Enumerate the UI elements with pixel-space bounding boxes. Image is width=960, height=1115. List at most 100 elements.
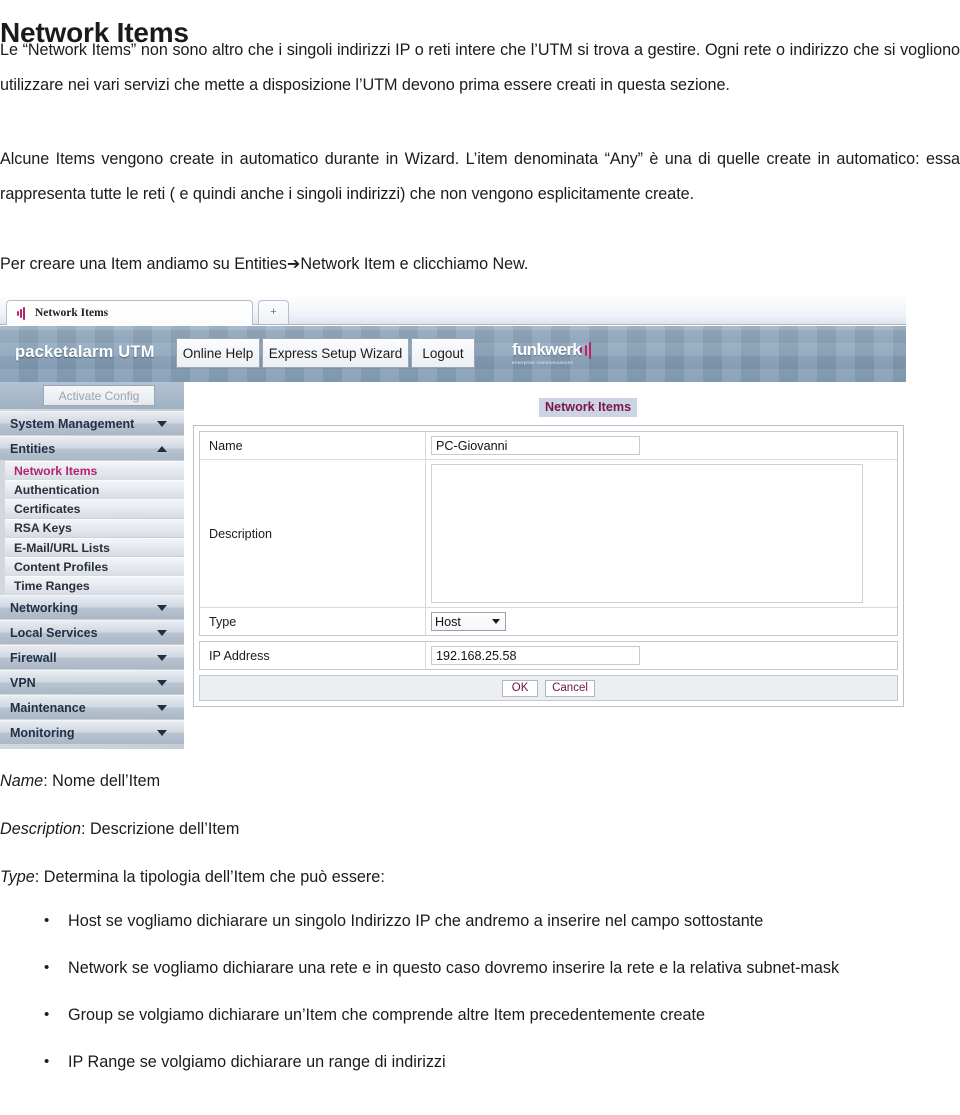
chevron-down-icon xyxy=(157,705,167,712)
sidebar-item-networking[interactable]: Networking xyxy=(0,595,184,620)
sidebar-item-monitoring[interactable]: Monitoring xyxy=(0,720,184,745)
form-row-type: Type Host xyxy=(200,608,897,635)
sidebar-item-label: RSA Keys xyxy=(14,521,72,536)
description-label: Description xyxy=(200,460,426,607)
type-field-cell: Host xyxy=(426,608,897,635)
definition-term: Name xyxy=(0,772,44,790)
browser-tab-network-items[interactable]: Network Items xyxy=(6,300,253,325)
online-help-button[interactable]: Online Help xyxy=(176,338,260,368)
definition-name: Name: Nome dell’Item xyxy=(0,770,960,792)
paragraph-navigation: Per creare una Item andiamo su Entities➔… xyxy=(0,255,529,273)
sidebar-item-label: Certificates xyxy=(14,502,81,517)
definition-text: : Nome dell’Item xyxy=(43,772,161,790)
description-field-cell xyxy=(426,460,897,607)
sidebar-item-label: Entities xyxy=(10,441,56,456)
wifi-signal-icon xyxy=(16,307,28,320)
express-setup-wizard-button[interactable]: Express Setup Wizard xyxy=(262,338,409,368)
cancel-button[interactable]: Cancel xyxy=(545,679,595,697)
type-label: Type xyxy=(200,608,426,635)
paragraph-intro: Le “Network Items” non sono altro che i … xyxy=(0,41,960,94)
definition-term: Description xyxy=(0,820,81,838)
embedded-screenshot: Network Items + packetalarm UTM Online H… xyxy=(0,297,906,749)
form-button-bar: OK Cancel xyxy=(199,675,898,701)
new-tab-button[interactable]: + xyxy=(258,300,289,324)
sidebar-item-system-management[interactable]: System Management xyxy=(0,411,184,435)
sidebar: Activate Config System Management Entiti… xyxy=(0,382,184,749)
sidebar-item-content-profiles[interactable]: Content Profiles xyxy=(5,556,184,576)
definition-type: Type: Determina la tipologia dell’Item c… xyxy=(0,866,960,888)
sidebar-item-label: Maintenance xyxy=(10,700,86,715)
funkwerk-logo-tagline: enterprise communications xyxy=(512,360,574,365)
funkwerk-waves-icon xyxy=(580,342,598,359)
sidebar-item-vpn[interactable]: VPN xyxy=(0,670,184,695)
ip-address-field-cell: 192.168.25.58 xyxy=(426,642,897,669)
chevron-down-icon xyxy=(157,605,167,612)
chevron-down-icon xyxy=(157,421,167,427)
description-textarea[interactable] xyxy=(431,464,863,603)
sidebar-item-entities[interactable]: Entities xyxy=(0,436,184,460)
definition-text: : Descrizione dell’Item xyxy=(80,820,240,838)
sidebar-item-maintenance[interactable]: Maintenance xyxy=(0,695,184,720)
sidebar-item-email-url-lists[interactable]: E-Mail/URL Lists xyxy=(5,537,184,557)
list-item: IP Range se volgiamo dichiarare un range… xyxy=(0,1045,960,1079)
utm-header-banner: packetalarm UTM Online Help Express Setu… xyxy=(0,326,906,382)
name-field-cell: PC-Giovanni xyxy=(426,432,897,459)
activate-config-button[interactable]: Activate Config xyxy=(43,385,155,406)
form-fieldset-main: Name PC-Giovanni Description Type Host xyxy=(199,431,898,636)
name-input[interactable]: PC-Giovanni xyxy=(431,436,640,455)
sidebar-item-label: Authentication xyxy=(14,482,100,497)
sidebar-item-network-items[interactable]: Network Items xyxy=(5,461,184,480)
list-item: Host se vogliamo dichiarare un singolo I… xyxy=(0,904,960,938)
chevron-down-icon xyxy=(157,730,167,737)
sidebar-item-firewall[interactable]: Firewall xyxy=(0,645,184,670)
form-row-ip-address: IP Address 192.168.25.58 xyxy=(200,642,897,669)
list-item: Network se vogliamo dichiarare una rete … xyxy=(0,951,960,985)
sidebar-item-label: Network Items xyxy=(14,463,98,478)
sidebar-item-label: Time Ranges xyxy=(14,578,90,593)
logout-button[interactable]: Logout xyxy=(411,338,475,368)
funkwerk-logo: funkwerk enterprise communications xyxy=(512,341,605,365)
chevron-down-icon xyxy=(157,655,167,662)
form-row-name: Name PC-Giovanni xyxy=(200,432,897,460)
sidebar-item-local-services[interactable]: Local Services xyxy=(0,620,184,645)
definition-text: : Determina la tipologia dell’Item che p… xyxy=(34,868,385,886)
type-select-value: Host xyxy=(435,614,461,629)
sidebar-item-time-ranges[interactable]: Time Ranges xyxy=(5,576,184,595)
paragraph-any-item: Alcune Items vengono create in automatic… xyxy=(0,150,960,203)
name-label: Name xyxy=(200,432,426,459)
content-area: Network Items Name PC-Giovanni Descripti… xyxy=(184,382,906,749)
form-row-description: Description xyxy=(200,460,897,608)
ip-address-label: IP Address xyxy=(200,642,426,669)
chevron-down-icon xyxy=(157,680,167,687)
form-fieldset-ip: IP Address 192.168.25.58 xyxy=(199,641,898,670)
sidebar-item-label: Networking xyxy=(10,600,79,615)
network-item-form: Name PC-Giovanni Description Type Host I… xyxy=(193,425,904,707)
list-item: Group se volgiamo dichiarare un’Item che… xyxy=(0,998,960,1032)
sidebar-nav: System Management Entities Network Items… xyxy=(0,411,184,745)
ip-address-input[interactable]: 192.168.25.58 xyxy=(431,646,640,665)
sidebar-item-label: Content Profiles xyxy=(14,559,109,574)
document-page: Network Items Le “Network Items” non son… xyxy=(0,0,960,1115)
chevron-down-icon xyxy=(492,619,500,624)
sidebar-item-label: E-Mail/URL Lists xyxy=(14,540,110,555)
sidebar-item-rsa-keys[interactable]: RSA Keys xyxy=(5,518,184,538)
sidebar-item-label: Firewall xyxy=(10,650,57,665)
type-select[interactable]: Host xyxy=(431,612,506,631)
definition-description: Description: Descrizione dell’Item xyxy=(0,818,960,840)
ok-button[interactable]: OK xyxy=(502,679,539,697)
browser-tab-strip: Network Items + xyxy=(0,297,906,325)
sidebar-item-authentication[interactable]: Authentication xyxy=(5,480,184,499)
sidebar-item-label: Monitoring xyxy=(10,725,75,740)
type-options-list: Host se vogliamo dichiarare un singolo I… xyxy=(0,904,960,1093)
activate-config-row: Activate Config xyxy=(0,382,184,409)
sidebar-item-certificates[interactable]: Certificates xyxy=(5,499,184,518)
chevron-down-icon xyxy=(157,630,167,637)
sidebar-item-label: System Management xyxy=(10,416,135,431)
browser-tab-label: Network Items xyxy=(35,307,109,319)
sidebar-item-label: VPN xyxy=(10,675,36,690)
chevron-up-icon xyxy=(157,446,167,452)
brand-title: packetalarm UTM xyxy=(15,343,155,361)
sidebar-item-label: Local Services xyxy=(10,625,98,640)
definition-term: Type xyxy=(0,868,35,886)
panel-title-badge: Network Items xyxy=(539,398,638,417)
